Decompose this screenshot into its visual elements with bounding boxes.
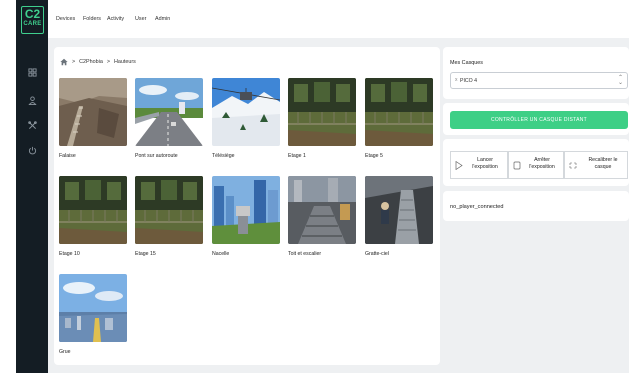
logo-bottom-text: CARE — [23, 21, 42, 27]
nav-user[interactable]: User — [135, 16, 146, 22]
breadcrumb-item-hauteurs: Hauteurs — [114, 59, 136, 65]
recalibrate-headset-button[interactable]: Recalibrer le casque — [564, 151, 628, 179]
scene-thumbnail — [59, 176, 127, 244]
breadcrumb-separator: > — [72, 59, 76, 65]
clear-selection-icon[interactable]: x — [455, 77, 458, 83]
scene-card-etage-5[interactable]: Etage 5 — [365, 78, 433, 159]
scene-thumbnail — [365, 176, 433, 244]
recalibrate-icon — [569, 162, 577, 169]
play-icon — [455, 161, 463, 170]
home-icon[interactable] — [60, 58, 68, 66]
scene-label: Nacelle — [212, 251, 230, 257]
sidebar-item-logout[interactable] — [25, 144, 39, 156]
scene-card-grue[interactable]: Grue — [59, 274, 127, 355]
breadcrumb-separator: > — [106, 59, 110, 65]
scene-thumbnail — [135, 176, 203, 244]
scene-thumbnail — [135, 78, 203, 146]
c2care-logo[interactable]: C2 CARE — [21, 6, 44, 34]
scene-card-etage-10[interactable]: Etage 10 — [59, 176, 127, 257]
sidebar-item-dashboard[interactable] — [25, 66, 39, 78]
tools-icon — [27, 120, 37, 129]
scene-label: Falaise — [59, 153, 76, 159]
scene-card-gratte-ciel[interactable]: Gratte-ciel — [365, 176, 433, 257]
scene-label: Gratte-ciel — [365, 251, 389, 257]
scene-label: Grue — [59, 349, 71, 355]
scene-label: Etage 10 — [59, 251, 80, 257]
sidebar-item-tools[interactable] — [25, 119, 39, 131]
scene-thumbnail — [365, 78, 433, 146]
scene-label: Etage 5 — [365, 153, 383, 159]
scene-card-toit-et-escalier[interactable]: Toit et escalier — [288, 176, 356, 257]
scene-thumbnail — [212, 176, 280, 244]
breadcrumb: > C2Phobia > Hauteurs — [60, 57, 136, 67]
stop-icon — [513, 161, 521, 170]
nav-folders[interactable]: Folders — [83, 16, 101, 22]
scene-thumbnail — [212, 78, 280, 146]
scene-card-nacelle[interactable]: Nacelle — [212, 176, 280, 257]
recalibrate-headset-label: Recalibrer le casque — [588, 157, 618, 170]
scene-card-pont-sur-autoroute[interactable]: Pont sur autoroute — [135, 78, 203, 159]
scene-card-etage-15[interactable]: Etage 15 — [135, 176, 203, 257]
user-icon — [27, 95, 37, 105]
mes-casques-label: Mes Casques — [450, 60, 483, 66]
scene-card-falaise[interactable]: Falaise — [59, 78, 127, 159]
nav-admin[interactable]: Admin — [155, 16, 170, 22]
scene-label: Pont sur autoroute — [135, 153, 178, 159]
start-exposition-label: Lancer l'exposition — [472, 157, 498, 170]
scene-label: Toit et escalier — [288, 251, 322, 257]
connection-status-text: no_player_connected — [450, 204, 504, 210]
scene-card-telesiege[interactable]: Télésiège — [212, 78, 280, 159]
dashboard-icon — [27, 67, 37, 77]
scene-thumbnail — [288, 176, 356, 244]
scene-thumbnail — [59, 78, 127, 146]
sidebar-item-user[interactable] — [25, 94, 39, 106]
scene-label: Télésiège — [212, 153, 235, 159]
breadcrumb-item-c2phobia[interactable]: C2Phobia — [79, 59, 103, 65]
nav-devices[interactable]: Devices — [56, 16, 75, 22]
power-icon — [28, 146, 36, 154]
stop-exposition-label: Arrêter l'exposition — [529, 157, 555, 170]
scene-thumbnail — [288, 78, 356, 146]
nav-activity[interactable]: Activity — [107, 16, 124, 22]
sidebar: C2 CARE — [16, 0, 48, 373]
selected-headset: PICO 4 — [460, 78, 478, 84]
remote-headset-button[interactable]: CONTRÔLLER UN CASQUE DISTANT — [450, 111, 628, 129]
start-exposition-button[interactable]: Lancer l'exposition — [450, 151, 508, 179]
stop-exposition-button[interactable]: Arrêter l'exposition — [508, 151, 564, 179]
chevron-updown-icon: ⌃ ⌄ — [617, 74, 623, 86]
logo-top-text: C2 — [24, 7, 41, 21]
scene-thumbnail — [59, 274, 127, 342]
scene-label: Etage 1 — [288, 153, 306, 159]
scene-label: Etage 15 — [135, 251, 156, 257]
scene-card-etage-1[interactable]: Etage 1 — [288, 78, 356, 159]
headset-select[interactable]: x PICO 4 ⌃ ⌄ — [450, 72, 628, 89]
